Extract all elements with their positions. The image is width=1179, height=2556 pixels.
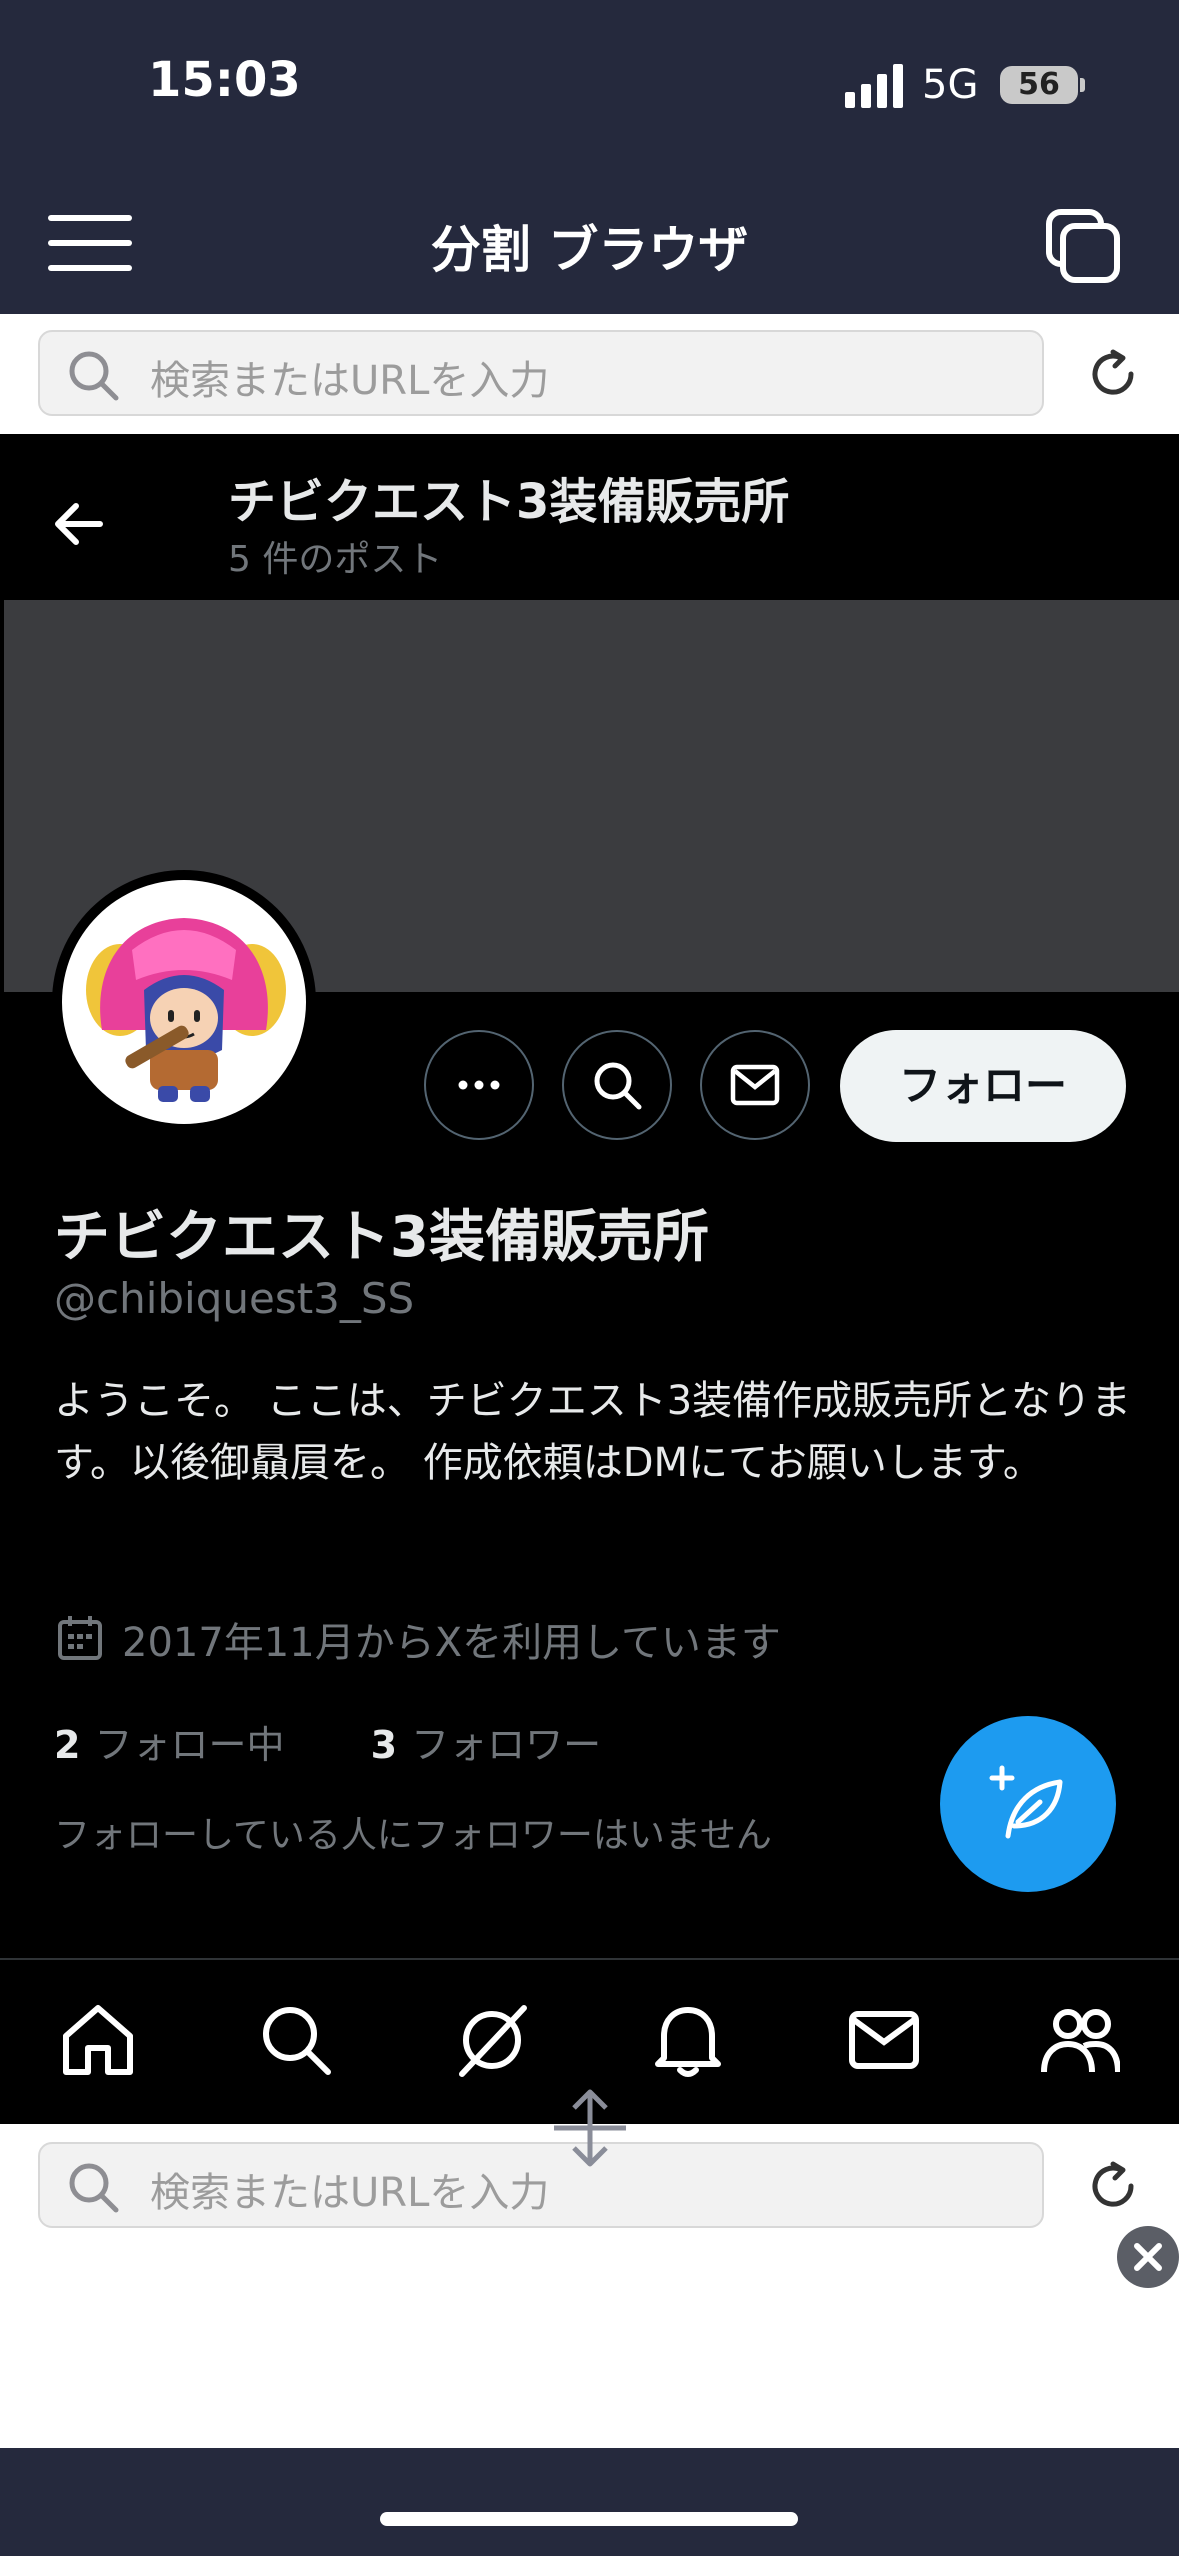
- bottom-pane: 検索またはURLを入力: [0, 2124, 1179, 2448]
- close-icon: [1134, 2243, 1162, 2271]
- follow-button[interactable]: フォロー: [840, 1030, 1126, 1142]
- search-icon: [594, 1062, 642, 1110]
- top-url-field[interactable]: 検索またはURLを入力: [38, 330, 1044, 416]
- compose-feather-icon: [989, 1765, 1063, 1839]
- more-dots-icon: [458, 1080, 500, 1090]
- followers-label: フォロワー: [411, 1723, 602, 1767]
- reload-icon[interactable]: [1083, 344, 1143, 404]
- home-icon[interactable]: [58, 2000, 138, 2080]
- top-url-placeholder: 検索またはURLを入力: [150, 358, 550, 404]
- bottom-url-placeholder: 検索またはURLを入力: [150, 2170, 550, 2216]
- profile-name: チビクエスト3装備販売所: [54, 1205, 709, 1270]
- signal-icon: [845, 64, 903, 108]
- following-link[interactable]: 2 フォロー中: [54, 1723, 284, 1767]
- search-icon: [69, 351, 119, 401]
- explore-search-icon[interactable]: [256, 2000, 336, 2080]
- more-options-button[interactable]: [424, 1030, 534, 1140]
- split-resize-handle-icon[interactable]: [548, 2086, 632, 2170]
- notifications-bell-icon[interactable]: [648, 2000, 728, 2080]
- follow-stats: 2 フォロー中 3 フォロワー: [54, 1714, 601, 1769]
- reload-icon[interactable]: [1083, 2156, 1143, 2216]
- web-content: チビクエスト3装備販売所 5 件のポスト フォロー チビクエスト3装備販売所 @…: [0, 434, 1179, 2124]
- calendar-icon: [58, 1616, 102, 1660]
- communities-icon[interactable]: [1040, 2000, 1120, 2080]
- battery-tip: [1080, 78, 1085, 92]
- close-pane-button[interactable]: [1117, 2226, 1179, 2288]
- profile-handle: @chibiquest3_SS: [54, 1274, 415, 1323]
- compose-post-button[interactable]: [940, 1716, 1116, 1892]
- followers-link[interactable]: 3 フォロワー: [371, 1723, 601, 1767]
- home-indicator[interactable]: [380, 2512, 798, 2526]
- back-arrow-icon[interactable]: [50, 494, 110, 554]
- message-button[interactable]: [700, 1030, 810, 1140]
- status-time: 15:03: [148, 52, 301, 108]
- search-icon: [69, 2163, 119, 2213]
- no-mutual-followers-note: フォローしている人にフォロワーはいません: [54, 1815, 772, 1856]
- top-url-bar: 検索またはURLを入力: [0, 314, 1179, 434]
- header-profile-name: チビクエスト3装備販売所: [228, 474, 790, 530]
- search-posts-button[interactable]: [562, 1030, 672, 1140]
- messages-envelope-icon[interactable]: [844, 2000, 924, 2080]
- header-post-count: 5 件のポスト: [228, 539, 443, 580]
- bottom-url-field[interactable]: 検索またはURLを入力: [38, 2142, 1044, 2228]
- avatar-image: [62, 880, 306, 1124]
- following-label: フォロー中: [94, 1723, 285, 1767]
- network-type: 5G: [922, 62, 979, 108]
- envelope-icon: [730, 1064, 780, 1106]
- profile-bio: ようこそ。 ここは、チビクエスト3装備作成販売所となります。以後御贔屓を。 作成…: [54, 1378, 1131, 1486]
- app-title: 分割 ブラウザ: [430, 221, 749, 279]
- avatar[interactable]: [52, 870, 316, 1134]
- following-count: 2: [54, 1723, 81, 1767]
- tab-bar-divider: [0, 1958, 1179, 1960]
- followers-count: 3: [370, 1723, 398, 1767]
- battery-indicator: 56: [1000, 66, 1078, 104]
- grok-icon[interactable]: [452, 2000, 532, 2080]
- joined-date: 2017年11月からXを利用しています: [122, 1620, 781, 1666]
- tabs-icon[interactable]: [1045, 208, 1121, 284]
